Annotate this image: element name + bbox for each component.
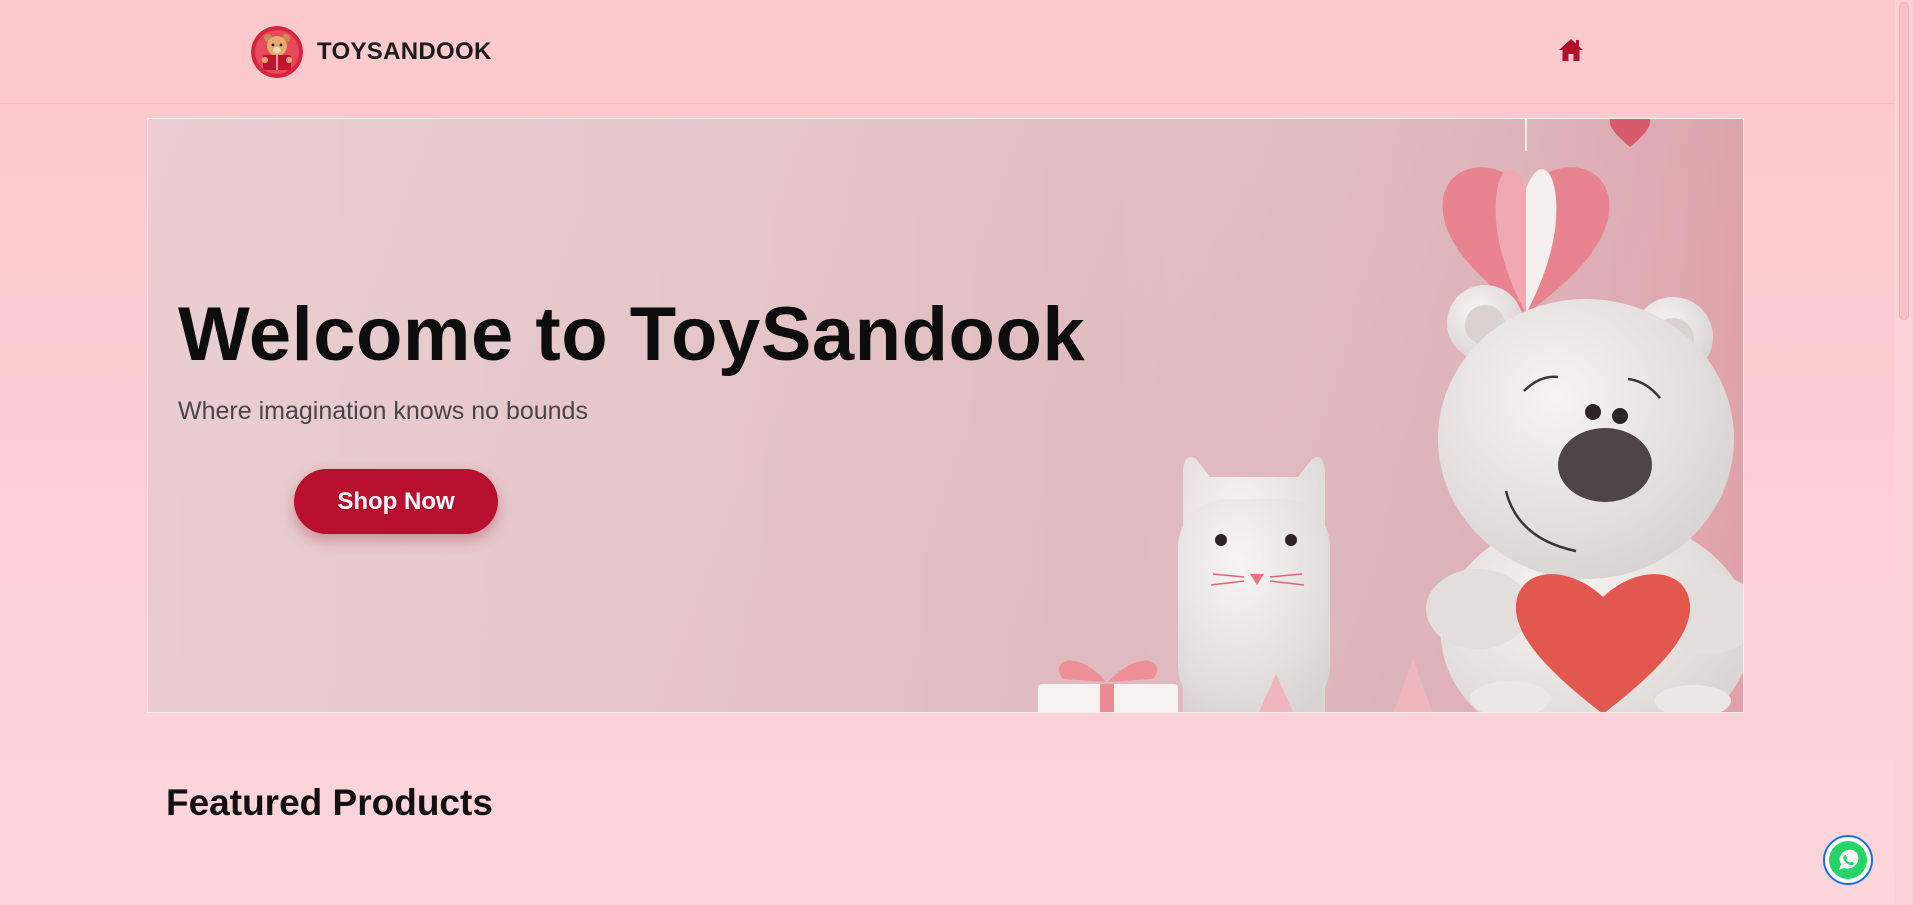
top-navbar: TOYSANDOOK [0,0,1913,104]
brand-name: TOYSANDOOK [317,38,492,65]
scrollbar-thumb[interactable] [1899,2,1909,320]
shop-now-button[interactable]: Shop Now [294,469,498,534]
page-scrollbar[interactable] [1895,0,1913,905]
brand-link[interactable]: TOYSANDOOK [251,26,492,78]
hero-subtitle: Where imagination knows no bounds [178,397,588,425]
teddy-bear-logo-icon [251,26,303,78]
hero-banner: Welcome to ToySandook Where imagination … [147,118,1744,713]
whatsapp-icon[interactable] [1823,835,1873,885]
home-icon[interactable] [1557,37,1585,63]
hero-title: Welcome to ToySandook [178,292,1086,377]
featured-products-title: Featured Products [166,782,493,823]
